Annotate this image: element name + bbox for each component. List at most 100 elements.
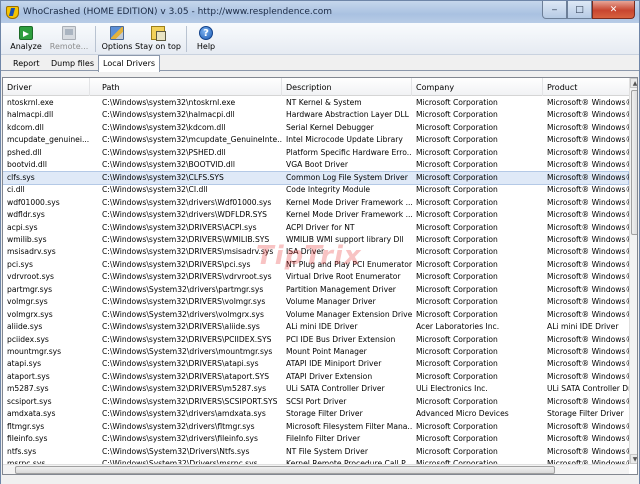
cell-product: Microsoft® Windows® xyxy=(547,135,629,145)
table-row[interactable]: kdcom.dll C:\Windows\system32\kdcom.dll Se… xyxy=(3,122,629,134)
table-row[interactable]: pciidex.sys C:\Windows\system32\DRIVERS\P… xyxy=(3,334,629,346)
cell-driver: pshed.dll xyxy=(7,147,42,157)
table-row[interactable]: fltmgr.sys C:\Windows\system32\drivers\fl… xyxy=(3,421,629,433)
cell-product: Microsoft® Windows® xyxy=(547,434,629,444)
cell-driver: bootvid.dll xyxy=(7,160,47,170)
cell-driver: mcupdate_genuinei... xyxy=(7,135,90,145)
cell-description: Serial Kernel Debugger xyxy=(286,122,374,132)
cell-driver: msisadrv.sys xyxy=(7,247,56,257)
cell-description: VGA Boot Driver xyxy=(286,160,348,170)
table-row[interactable]: ataport.sys C:\Windows\system32\DRIVERS\a… xyxy=(3,371,629,383)
table-row[interactable]: halmacpi.dll C:\Windows\system32\halmacpi… xyxy=(3,109,629,121)
horizontal-scrollbar[interactable] xyxy=(3,464,629,474)
table-row[interactable]: fileinfo.sys C:\Windows\system32\drivers\… xyxy=(3,433,629,445)
cell-driver: volmgr.sys xyxy=(7,297,48,307)
cell-driver: pci.sys xyxy=(7,259,33,269)
cell-description: Storage Filter Driver xyxy=(286,409,363,419)
cell-product: Microsoft® Windows® xyxy=(547,272,629,282)
cell-company: Microsoft Corporation xyxy=(416,359,498,369)
table-row[interactable]: vdrvroot.sys C:\Windows\system32\DRIVERS\… xyxy=(3,271,629,283)
cell-description: Microsoft Filesystem Filter Mana... xyxy=(286,421,412,431)
column-header-company[interactable]: Company xyxy=(412,78,543,96)
cell-driver: fltmgr.sys xyxy=(7,421,45,431)
table-row[interactable]: bootvid.dll C:\Windows\system32\BOOTVID.d… xyxy=(3,159,629,171)
cell-product: ALi mini IDE Driver xyxy=(547,322,619,332)
help-button[interactable]: ? Help xyxy=(191,23,221,55)
table-row[interactable]: m5287.sys C:\Windows\system32\DRIVERS\m52… xyxy=(3,383,629,395)
cell-product: Microsoft® Windows® xyxy=(547,172,629,182)
cell-description: Virtual Drive Root Enumerator xyxy=(286,272,401,282)
table-row[interactable]: volmgr.sys C:\Windows\system32\DRIVERS\vo… xyxy=(3,296,629,308)
table-row[interactable]: amdxata.sys C:\Windows\system32\drivers\a… xyxy=(3,408,628,420)
toolbar-separator xyxy=(186,26,187,52)
drivers-list-view[interactable]: Driver Path Description Company Product … xyxy=(2,77,638,475)
table-row[interactable]: wmilib.sys C:\Windows\system32\DRIVERS\WM… xyxy=(3,234,629,246)
table-row[interactable]: wdfldr.sys C:\Windows\system32\drivers\WD… xyxy=(3,209,629,221)
table-row[interactable]: atapi.sys C:\Windows\system32\DRIVERS\ata… xyxy=(3,358,629,370)
table-row[interactable]: acpi.sys C:\Windows\system32\DRIVERS\ACPI… xyxy=(3,222,629,234)
cell-path: C:\Windows\System32\drivers\partmgr.sys xyxy=(102,284,264,294)
cell-company: Microsoft Corporation xyxy=(416,371,498,381)
column-header-description[interactable]: Description xyxy=(282,78,412,96)
cell-path: C:\Windows\system32\kdcom.dll xyxy=(102,122,226,132)
cell-product: Microsoft® Windows® xyxy=(547,347,629,356)
remote-button[interactable]: Remote... xyxy=(47,23,91,55)
tab-dump-files[interactable]: Dump files xyxy=(47,57,98,71)
table-row[interactable]: wdf01000.sys C:\Windows\system32\drivers\… xyxy=(3,197,629,209)
cell-path: C:\Windows\system32\DRIVERS\m5287.sys xyxy=(102,384,267,394)
scroll-down-arrow[interactable]: ▼ xyxy=(630,454,637,464)
remote-label: Remote... xyxy=(49,42,89,51)
tab-local-drivers[interactable]: Local Drivers xyxy=(98,55,161,72)
column-header-driver[interactable]: Driver xyxy=(3,78,90,96)
minimize-button[interactable]: ‒ xyxy=(542,1,567,19)
cell-driver: mountmgr.sys xyxy=(7,347,62,356)
cell-company: Microsoft Corporation xyxy=(416,185,498,195)
cell-driver: aliide.sys xyxy=(7,322,43,332)
cell-description: ACPI Driver for NT xyxy=(286,222,355,232)
cell-company: Microsoft Corporation xyxy=(416,222,498,232)
title-bar[interactable]: WhoCrashed (HOME EDITION) v 3.05 - http:… xyxy=(1,1,639,23)
vertical-scroll-thumb[interactable] xyxy=(631,90,637,235)
cell-path: C:\Windows\system32\drivers\WDFLDR.SYS xyxy=(102,210,267,220)
table-row[interactable]: msisadrv.sys C:\Windows\system32\DRIVERS\… xyxy=(3,246,629,258)
app-window: WhoCrashed (HOME EDITION) v 3.05 - http:… xyxy=(0,0,640,484)
table-row[interactable]: volmgrx.sys C:\Windows\System32\drivers\v… xyxy=(3,309,629,321)
cell-product: Microsoft® Windows® xyxy=(547,421,629,431)
cell-description: ALi mini IDE Driver xyxy=(286,322,358,332)
table-row[interactable]: aliide.sys C:\Windows\system32\DRIVERS\al… xyxy=(3,321,628,333)
cell-path: C:\Windows\system32\DRIVERS\ACPI.sys xyxy=(102,222,257,232)
table-row[interactable]: pshed.dll C:\Windows\system32\PSHED.dll Pl… xyxy=(3,147,629,159)
table-row[interactable]: ci.dll C:\Windows\system32\CI.dll Code Int… xyxy=(3,184,629,196)
table-row[interactable]: clfs.sys C:\Windows\system32\CLFS.SYS Comm… xyxy=(3,170,629,185)
table-row[interactable]: ntfs.sys C:\Windows\System32\Drivers\Ntfs… xyxy=(3,446,629,458)
cell-driver: wdfldr.sys xyxy=(7,210,45,220)
analyze-button[interactable]: Analyze xyxy=(5,23,47,55)
toolbar: Analyze Remote... Options Stay on top ? … xyxy=(1,23,639,55)
cell-driver: kdcom.dll xyxy=(7,122,44,132)
cell-driver: volmgrx.sys xyxy=(7,309,53,319)
cell-company: Microsoft Corporation xyxy=(416,396,498,406)
cell-company: ULi Electronics Inc. xyxy=(416,384,488,394)
table-row[interactable]: ntoskrnl.exe C:\Windows\system32\ntoskrnl… xyxy=(3,97,629,109)
column-header-product[interactable]: Product xyxy=(543,78,637,96)
options-label: Options xyxy=(101,42,133,51)
maximize-button[interactable]: □ xyxy=(567,1,592,19)
cell-path: C:\Windows\system32\drivers\fltmgr.sys xyxy=(102,421,255,431)
windows-stack-icon xyxy=(151,26,166,41)
vertical-scrollbar[interactable]: ▲ ▼ xyxy=(629,78,637,464)
column-header-path[interactable]: Path xyxy=(98,78,282,96)
cell-company: Microsoft Corporation xyxy=(416,110,498,120)
stay-on-top-button[interactable]: Stay on top xyxy=(134,23,182,55)
table-row[interactable]: scsiport.sys C:\Windows\system32\DRIVERS\… xyxy=(3,396,629,408)
options-button[interactable]: Options xyxy=(100,23,134,55)
table-row[interactable]: mcupdate_genuinei... C:\Windows\system32\… xyxy=(3,134,629,146)
scroll-up-arrow[interactable]: ▲ xyxy=(630,78,637,88)
table-row[interactable]: mountmgr.sys C:\Windows\System32\drivers\… xyxy=(3,346,629,358)
cell-path: C:\Windows\system32\CLFS.SYS xyxy=(102,172,224,182)
cell-description: Hardware Abstraction Layer DLL xyxy=(286,110,409,120)
tab-report[interactable]: Report xyxy=(9,57,44,71)
close-button[interactable]: ✕ xyxy=(592,1,635,19)
table-row[interactable]: pci.sys C:\Windows\system32\DRIVERS\pci.s… xyxy=(3,259,629,271)
horizontal-scroll-thumb[interactable] xyxy=(15,466,555,474)
table-row[interactable]: partmgr.sys C:\Windows\System32\drivers\p… xyxy=(3,284,629,296)
